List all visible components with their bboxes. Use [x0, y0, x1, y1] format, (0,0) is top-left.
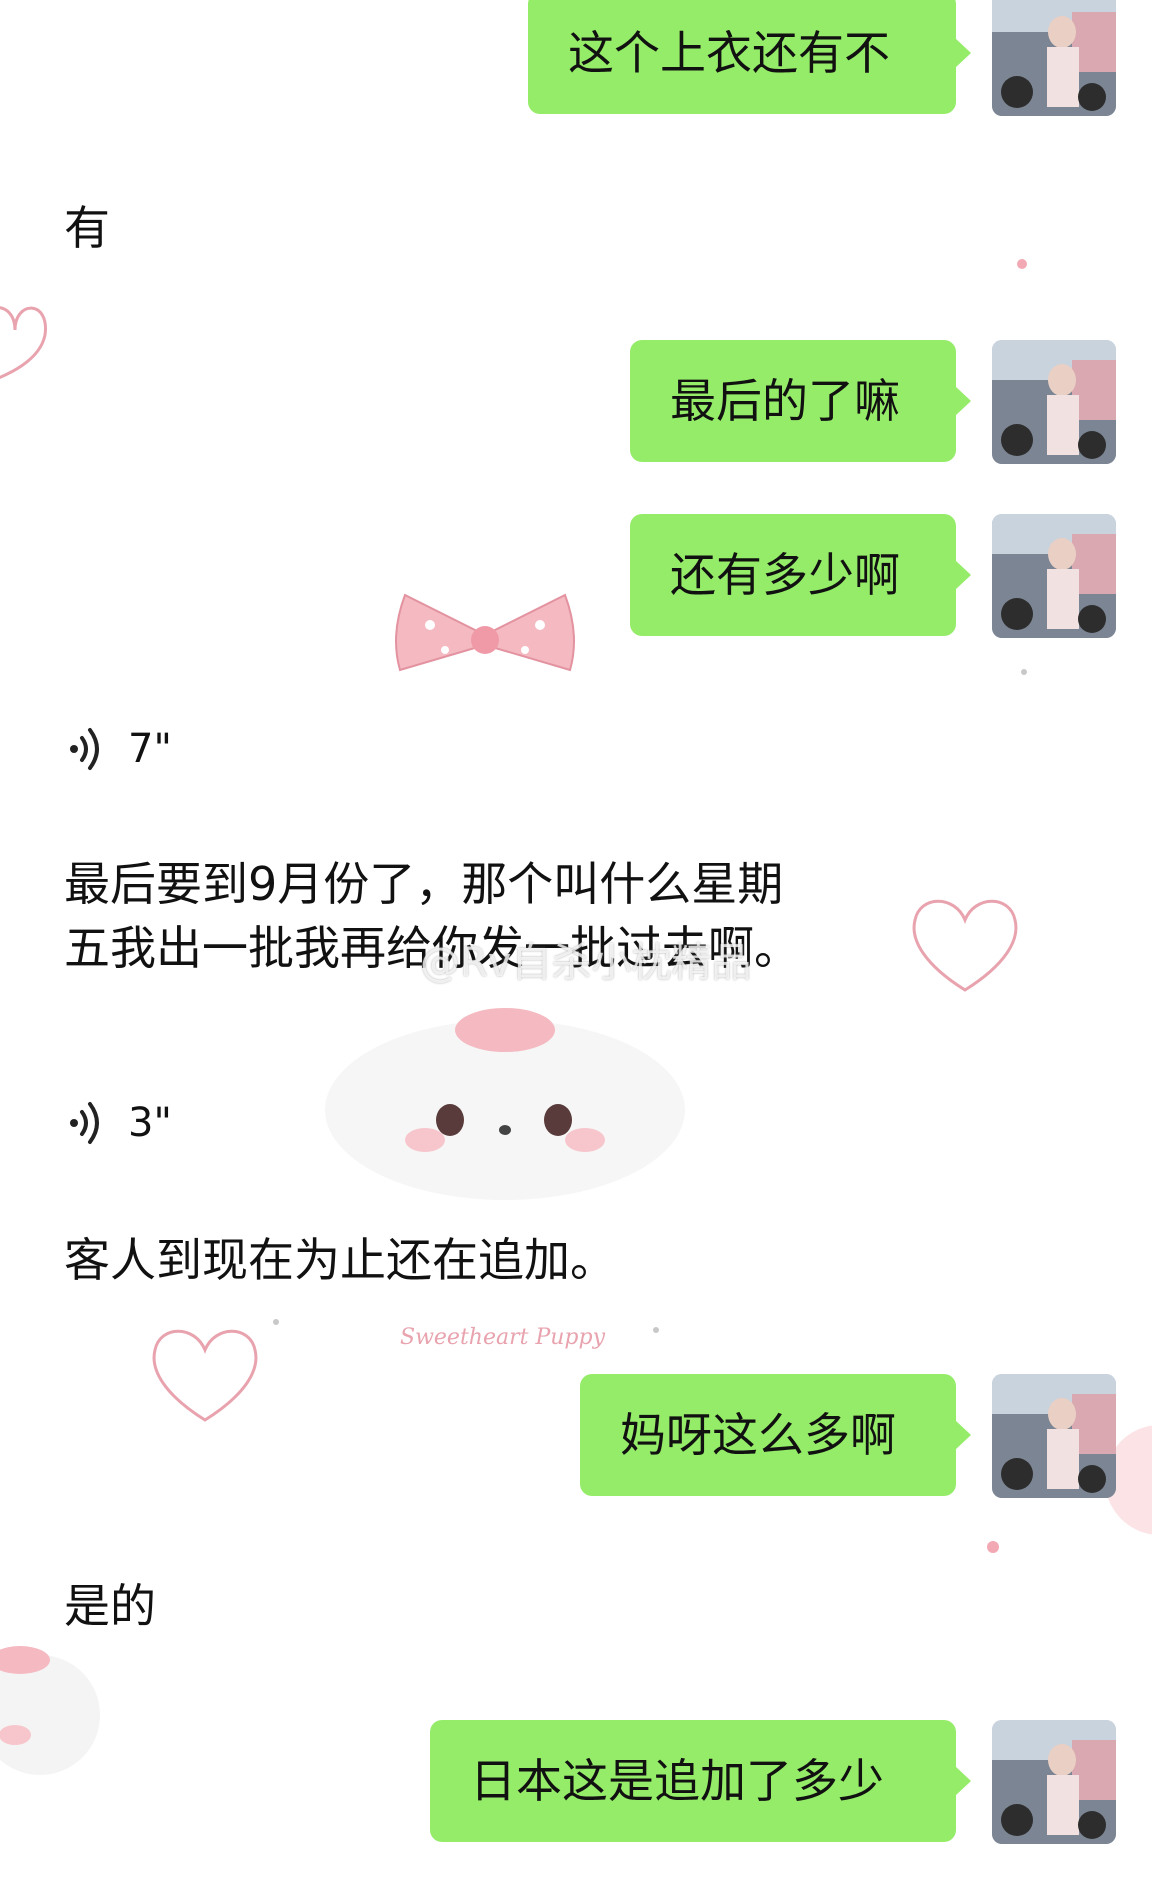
voice-duration: 7" — [128, 726, 172, 772]
dot-decoration-3 — [1021, 669, 1027, 675]
avatar-photo — [992, 514, 1116, 638]
voice-message[interactable]: 3" — [64, 1096, 204, 1156]
sent-message-bubble[interactable]: 还有多少啊 — [630, 514, 971, 636]
sent-message-bubble[interactable]: 这个上衣还有不 — [528, 0, 971, 114]
dot-decoration-2 — [987, 1541, 999, 1553]
heart-decoration-mid-left — [152, 1329, 258, 1422]
voice-duration: 3" — [128, 1100, 172, 1146]
user-avatar[interactable] — [992, 1720, 1116, 1844]
voice-wave-icon — [70, 728, 99, 770]
sent-message-bubble[interactable]: 最后的了嘛 — [630, 340, 971, 462]
dot-decoration-5 — [273, 1319, 279, 1325]
heart-decoration-right — [912, 899, 1018, 992]
avatar-photo — [992, 1374, 1116, 1498]
received-message-text: 是的 — [64, 1579, 156, 1633]
sent-message-bubble[interactable]: 日本这是追加了多少 — [430, 1720, 971, 1842]
dot-decoration-1 — [1017, 259, 1027, 269]
user-avatar[interactable] — [992, 1374, 1116, 1498]
dot-decoration-4 — [653, 1327, 659, 1333]
user-avatar[interactable] — [992, 514, 1116, 638]
sweetheart-puppy-text: Sweetheart Puppy — [400, 1325, 606, 1350]
bow-decoration — [395, 593, 575, 672]
voice-message[interactable]: 7" — [64, 722, 204, 782]
puppy-decoration-bottom-left — [0, 1646, 100, 1775]
received-message-line: 最后要到9月份了，那个叫什么星期 — [64, 857, 784, 911]
sent-message-bubble[interactable]: 妈呀这么多啊 — [580, 1374, 971, 1496]
avatar-photo — [992, 340, 1116, 464]
received-message-text: 有 — [64, 201, 110, 255]
user-avatar[interactable] — [992, 0, 1116, 116]
avatar-photo — [992, 1720, 1116, 1844]
heart-decoration-left-top — [0, 306, 47, 380]
user-avatar[interactable] — [992, 340, 1116, 464]
puppy-decoration — [325, 1008, 685, 1200]
received-message-text: 客人到现在为止还在追加。 — [64, 1233, 616, 1287]
watermark-text: @Rv自杀小枕精品 — [420, 940, 752, 986]
avatar-photo — [992, 0, 1116, 116]
voice-wave-icon — [70, 1102, 99, 1144]
